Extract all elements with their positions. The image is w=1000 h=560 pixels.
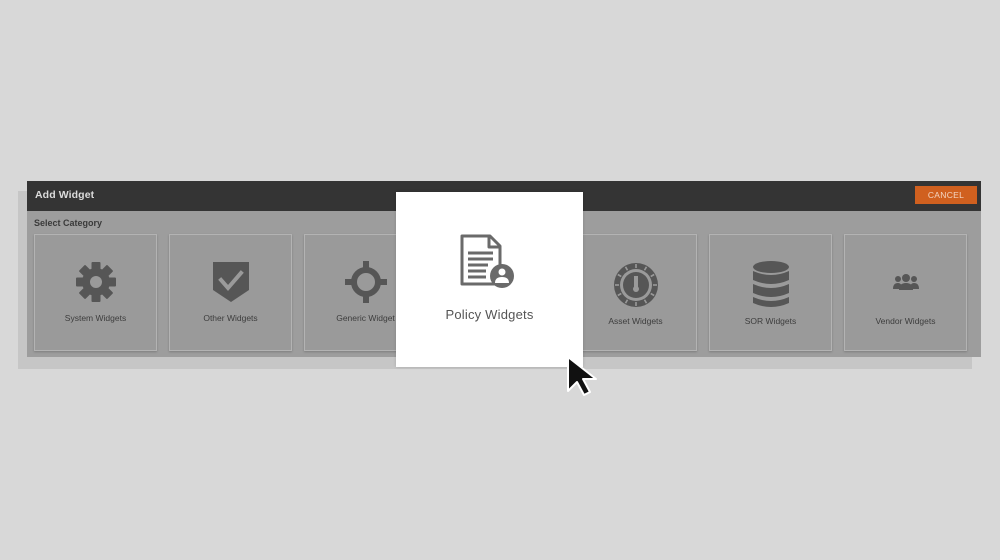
dial-icon [613,263,658,307]
category-card-policy-widgets[interactable]: Policy Widgets [396,192,583,367]
dialog-title: Add Widget [35,189,95,201]
category-label: Asset Widgets [608,316,663,326]
category-label: Policy Widgets [445,307,534,322]
category-label: Vendor Widgets [875,316,936,326]
category-label: Other Widgets [203,313,258,323]
mouse-cursor-icon [567,356,597,396]
crosshair-icon [344,261,387,303]
category-label: System Widgets [64,313,127,323]
cancel-button[interactable]: CANCEL [915,186,977,204]
users-icon [892,274,919,290]
section-label: Select Category [34,218,103,228]
category-label: SOR Widgets [744,316,797,326]
shield-check-icon [212,262,249,302]
gear-icon [75,262,116,302]
category-card-sor-widgets[interactable]: SOR Widgets [709,234,832,351]
category-card-system-widgets[interactable]: System Widgets [34,234,157,351]
policy-document-icon [460,234,514,288]
category-card-asset-widgets[interactable]: Asset Widgets [574,234,697,351]
category-card-vendor-widgets[interactable]: Vendor Widgets [844,234,967,351]
category-card-other-widgets[interactable]: Other Widgets [169,234,292,351]
database-icon [752,261,789,307]
